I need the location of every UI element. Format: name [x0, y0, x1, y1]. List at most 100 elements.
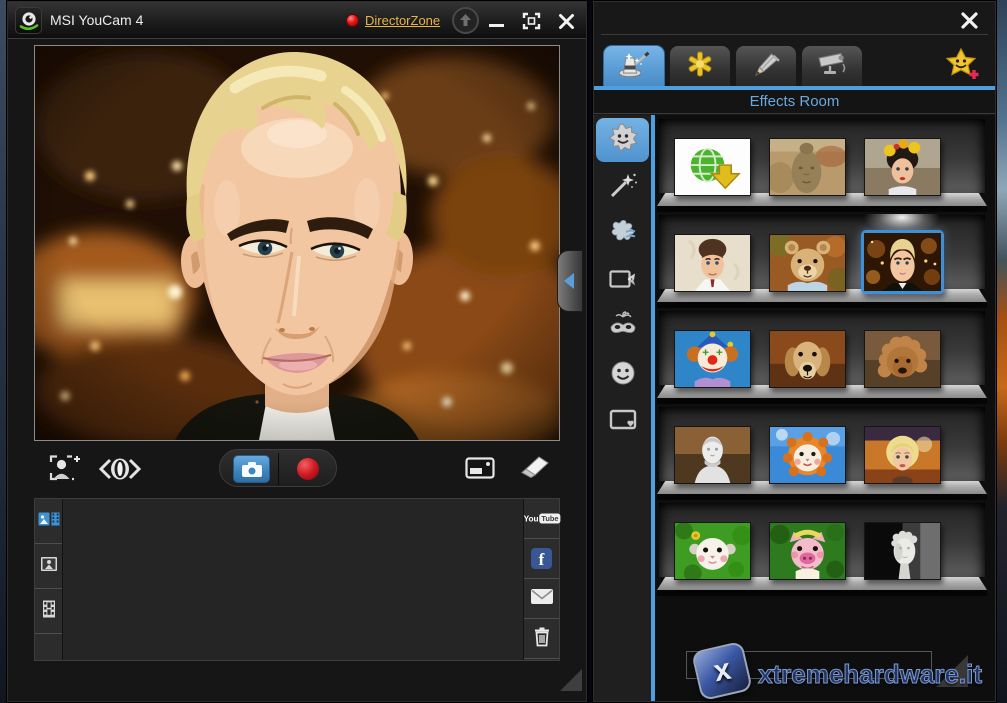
- shelf-divider: [657, 302, 987, 308]
- share-email-button[interactable]: [524, 579, 559, 619]
- effects-shelf: [657, 503, 987, 596]
- close-icon: [558, 13, 575, 30]
- tab-effects-room[interactable]: [603, 45, 665, 86]
- effect-thumb-lincoln-statue[interactable]: [674, 426, 751, 484]
- effect-thumb-pig-plush[interactable]: [769, 522, 846, 580]
- category-particles[interactable]: [596, 212, 649, 256]
- effects-panel-window: Effects Room: [592, 0, 997, 703]
- filmstrip-icon: [41, 600, 57, 623]
- shelf-divider: [657, 494, 987, 500]
- effect-thumb-business-man[interactable]: [674, 234, 751, 292]
- fullscreen-button[interactable]: [516, 9, 546, 33]
- effects-shelf: [657, 311, 987, 404]
- youcam-logo-icon: [15, 7, 42, 34]
- panel-close-button[interactable]: [954, 7, 984, 33]
- eye-icon: [99, 457, 141, 481]
- effect-thumb-geisha[interactable]: [864, 138, 941, 196]
- category-avatars[interactable]: [596, 118, 649, 162]
- effect-thumb-david-statue[interactable]: [864, 522, 941, 580]
- share-youtube-button[interactable]: YouTube: [524, 499, 559, 539]
- photo-frame-heart-icon: [608, 406, 638, 439]
- face-login-icon: [48, 453, 80, 483]
- frame-butterfly-icon: [608, 264, 638, 299]
- capture-gallery: YouTube f: [34, 498, 560, 661]
- effect-thumb-golden-retriever[interactable]: [769, 330, 846, 388]
- close-button[interactable]: [550, 9, 582, 33]
- effect-thumb-blonde-woman[interactable]: [864, 426, 941, 484]
- titlebar[interactable]: MSI YouCam 4 DirectorZone: [8, 2, 586, 39]
- star-smiley-plus-icon: [945, 48, 981, 82]
- cctv-icon: [815, 50, 849, 83]
- share-facebook-button[interactable]: f: [524, 539, 559, 579]
- resize-grip[interactable]: [936, 655, 968, 687]
- youtube-logo: YouTube: [523, 513, 560, 523]
- video-preview[interactable]: [34, 45, 560, 441]
- main-window: MSI YouCam 4 DirectorZone: [6, 0, 588, 703]
- panel-tabs: [603, 45, 863, 86]
- gadget-icon: [685, 49, 715, 84]
- gallery-content[interactable]: [64, 499, 522, 660]
- desktop-edge-right: [997, 0, 1007, 703]
- share-delete-button[interactable]: [524, 619, 559, 659]
- resize-grip[interactable]: [560, 669, 582, 691]
- youtube-you-text: You: [523, 514, 538, 523]
- shelf-divider: [657, 590, 987, 596]
- category-emoticons[interactable]: [596, 353, 649, 397]
- effect-thumb-terracotta-warrior[interactable]: [769, 138, 846, 196]
- upload-arrow-icon: [458, 13, 473, 28]
- capture-pill: [219, 449, 337, 487]
- effect-thumb-lion-plush[interactable]: [769, 426, 846, 484]
- face-login-button[interactable]: [47, 452, 81, 484]
- category-effects[interactable]: [596, 165, 649, 209]
- tab-gadgets[interactable]: [669, 45, 731, 86]
- effects-shelves: [657, 119, 987, 599]
- gallery-filter-photos[interactable]: [35, 544, 62, 589]
- minimize-button[interactable]: [482, 9, 510, 33]
- pill-divider: [278, 453, 279, 485]
- record-button[interactable]: [297, 458, 319, 480]
- category-sidebar: [594, 115, 651, 701]
- monitor-icon: [465, 457, 495, 479]
- upload-button[interactable]: [452, 7, 479, 34]
- erase-effects-button[interactable]: [517, 453, 551, 479]
- gallery-filter-all-media[interactable]: [35, 499, 62, 544]
- display-mode-button[interactable]: [464, 456, 496, 480]
- eraser-icon: [518, 454, 550, 478]
- category-masks[interactable]: [596, 306, 649, 350]
- window-title: MSI YouCam 4: [50, 12, 143, 28]
- facebook-logo: f: [531, 548, 552, 569]
- panel-title: Effects Room: [750, 93, 840, 110]
- share-column: YouTube f: [523, 499, 559, 660]
- tab-draw[interactable]: [735, 45, 797, 86]
- gallery-filter-column: [35, 499, 63, 660]
- titlebar-separator: [601, 34, 988, 35]
- category-scenes[interactable]: [596, 259, 649, 303]
- effects-shelf: [657, 215, 987, 308]
- effect-thumb-teddy-bear[interactable]: [769, 234, 846, 292]
- effect-thumb-download-more-avatars[interactable]: [674, 138, 751, 196]
- effects-shelf: [657, 407, 987, 500]
- magic-hat-icon: [617, 50, 651, 83]
- close-icon: [960, 11, 979, 30]
- chevron-left-icon: [564, 273, 574, 289]
- snapshot-button[interactable]: [233, 455, 270, 483]
- smiley-icon: [609, 359, 637, 392]
- effects-shelf: [657, 119, 987, 212]
- effect-thumb-sheep-plush[interactable]: [674, 522, 751, 580]
- effect-thumb-blonde-man[interactable]: [861, 230, 944, 294]
- add-emotion-button[interactable]: [944, 47, 982, 83]
- effect-thumb-poodle[interactable]: [864, 330, 941, 388]
- directorzone-link[interactable]: DirectorZone: [365, 13, 440, 28]
- gallery-filter-videos[interactable]: [35, 589, 62, 634]
- fullscreen-icon: [522, 12, 541, 30]
- effect-thumb-clown[interactable]: [674, 330, 751, 388]
- camera-icon: [241, 461, 263, 478]
- face-tracking-button[interactable]: [99, 457, 141, 481]
- panel-collapse-tab[interactable]: [557, 250, 583, 312]
- category-frames[interactable]: [596, 400, 649, 444]
- magic-wand-icon: [608, 170, 638, 205]
- pencil-icon: [751, 50, 781, 83]
- tab-surveillance[interactable]: [801, 45, 863, 86]
- shelf-divider: [657, 398, 987, 404]
- directorzone-area: DirectorZone: [346, 2, 440, 39]
